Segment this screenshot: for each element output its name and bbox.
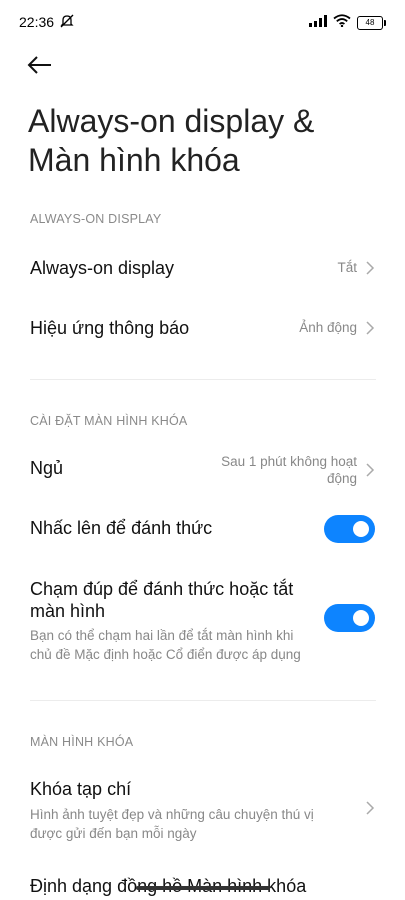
setting-title: Hiệu ứng thông báo <box>30 318 190 338</box>
chevron-right-icon <box>366 801 375 815</box>
setting-description-line2: chủ đề Mặc định hoặc Cổ điển được áp dụn… <box>30 647 301 662</box>
setting-title: Khóa tạp chí <box>30 779 132 799</box>
setting-title: Nhấc lên để đánh thức <box>30 518 213 538</box>
setting-value-line2: động <box>326 471 357 486</box>
chevron-right-icon <box>366 261 375 275</box>
setting-description: Bạn có thể chạm hai lần để tắt màn hình … <box>30 626 320 664</box>
setting-title-line1: Chạm đúp để đánh thức hoặc tắt <box>30 579 294 599</box>
setting-magazine-lock[interactable]: Khóa tạp chí Hình ảnh tuyệt đẹp và những… <box>0 775 405 845</box>
setting-description: Hình ảnh tuyệt đẹp và những câu chuyện t… <box>30 805 320 843</box>
setting-description-line1: Bạn có thể chạm hai lần để tắt màn hình … <box>30 628 294 643</box>
divider <box>30 700 376 701</box>
setting-description-line2: được gửi đến bạn mỗi ngày <box>30 826 197 841</box>
setting-title-line2: màn hình <box>30 601 106 621</box>
setting-description-line1: Hình ảnh tuyệt đẹp và những câu chuyện t… <box>30 807 314 822</box>
divider <box>30 379 376 380</box>
setting-value: Ảnh động <box>299 320 357 335</box>
setting-title: Always-on display <box>30 258 175 278</box>
battery-icon: 48 <box>357 16 386 30</box>
setting-value-line1: Sau 1 phút không hoạt <box>221 454 357 469</box>
section-header-aod: ALWAYS-ON DISPLAY <box>30 212 162 226</box>
back-button[interactable] <box>26 52 54 78</box>
mute-icon <box>59 13 75 34</box>
signal-icon <box>309 14 327 32</box>
status-time: 22:36 <box>19 14 55 30</box>
chevron-right-icon <box>366 463 375 477</box>
setting-double-tap[interactable]: Chạm đúp để đánh thức hoặc tắt màn hình … <box>0 575 405 665</box>
status-bar: 22:36 48 <box>0 0 405 44</box>
page-title: Always-on display & Màn hình khóa <box>28 102 388 180</box>
setting-value: Sau 1 phút không hoạt động <box>221 453 357 487</box>
navigation-handle[interactable] <box>136 886 270 890</box>
section-header-lock-screen: MÀN HÌNH KHÓA <box>30 735 134 749</box>
page-title-line1: Always-on display & <box>28 103 315 139</box>
back-arrow-icon <box>27 56 51 74</box>
setting-sleep[interactable]: Ngủ Sau 1 phút không hoạt động <box>0 448 405 492</box>
setting-value: Tắt <box>337 260 357 275</box>
setting-title: Ngủ <box>30 458 64 478</box>
setting-title: Chạm đúp để đánh thức hoặc tắt màn hình <box>30 578 293 622</box>
toggle-knob <box>353 610 369 626</box>
wifi-icon <box>333 14 351 32</box>
page-title-line2: Màn hình khóa <box>28 142 240 178</box>
status-icons: 48 <box>309 14 386 32</box>
setting-notification-effect[interactable]: Hiệu ứng thông báo Ảnh động <box>0 305 405 351</box>
section-header-lock-settings: CÀI ĐẶT MÀN HÌNH KHÓA <box>30 414 188 428</box>
double-tap-toggle[interactable] <box>324 604 375 632</box>
raise-to-wake-toggle[interactable] <box>324 515 375 543</box>
setting-always-on-display[interactable]: Always-on display Tắt <box>0 245 405 291</box>
chevron-right-icon <box>366 321 375 335</box>
toggle-knob <box>353 521 369 537</box>
setting-raise-to-wake[interactable]: Nhấc lên để đánh thức <box>0 508 405 552</box>
